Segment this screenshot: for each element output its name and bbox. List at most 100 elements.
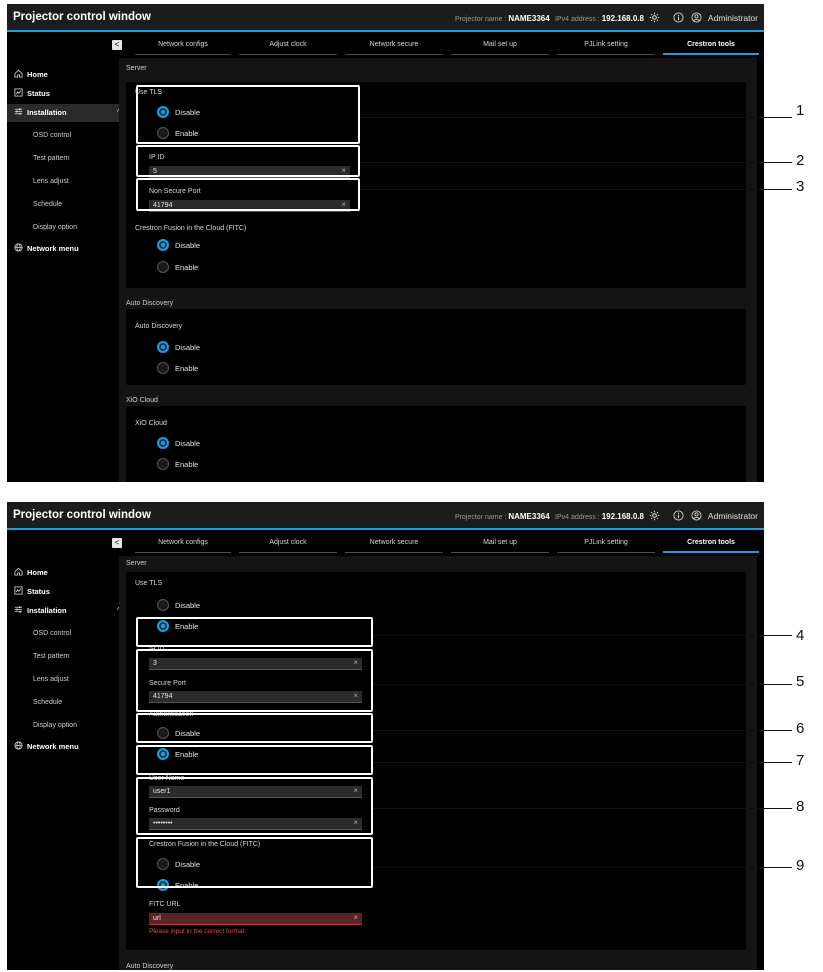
projector-name-value: NAME3364: [508, 512, 550, 521]
section-title-auto-discovery: Auto Discovery: [126, 300, 174, 307]
callout-line-5: [373, 684, 792, 685]
callout-number-5: 5: [796, 673, 805, 690]
callout-box-2: [136, 145, 360, 177]
xio-cloud-enable-radio[interactable]: [157, 458, 169, 470]
collapse-sidebar-button[interactable]: <: [112, 40, 122, 50]
sidebar-item-label: Installation: [27, 606, 67, 615]
status-icon: [14, 88, 23, 97]
callout-number-9: 9: [796, 857, 805, 874]
use-tls-disable-radio[interactable]: [157, 599, 169, 611]
auto-discovery-enable-radio[interactable]: [157, 362, 169, 374]
callout-line-8: [373, 808, 792, 809]
callout-line-3: [360, 189, 792, 190]
sliders-icon: [14, 606, 23, 613]
fitc-url-error: Please input in the correct format.: [149, 928, 247, 935]
section-title-server: Server: [126, 65, 147, 72]
callout-box-4: [136, 617, 373, 647]
tab-network-secure[interactable]: Network secure: [345, 40, 443, 55]
fitc-enable-radio[interactable]: [157, 261, 169, 273]
auto-discovery-disable-radio[interactable]: [157, 341, 169, 353]
sidebar-item-status[interactable]: Status: [7, 583, 127, 601]
sidebar-item-network-menu[interactable]: Network menu: [7, 240, 127, 258]
tab-network-configs[interactable]: Network configs: [135, 538, 231, 553]
info-icon[interactable]: [673, 12, 684, 23]
sidebar-item-installation[interactable]: Installation ^: [7, 104, 127, 122]
sidebar-item-home[interactable]: Home: [7, 66, 127, 84]
user-name[interactable]: Administrator: [708, 511, 758, 521]
tab-pjlink-setting[interactable]: PJLink setting: [557, 40, 655, 55]
sidebar-subitem-osd-control[interactable]: OSD control: [33, 630, 71, 637]
gear-icon[interactable]: [649, 510, 660, 521]
callout-number-8: 8: [796, 798, 805, 815]
auto-discovery-label: Auto Discovery: [135, 323, 183, 330]
user-icon[interactable]: [691, 12, 702, 23]
callout-line-6: [373, 730, 792, 731]
tab-mail-set-up[interactable]: Mail set up: [451, 40, 549, 55]
sidebar-item-network-menu[interactable]: Network menu: [7, 738, 127, 756]
sidebar-subitem-schedule[interactable]: Schedule: [33, 699, 62, 706]
fitc-disable-radio[interactable]: [157, 239, 169, 251]
tab-adjust-clock[interactable]: Adjust clock: [239, 40, 337, 55]
tab-network-secure[interactable]: Network secure: [345, 538, 443, 553]
callout-box-6: [136, 713, 373, 743]
xio-cloud-panel: XiO Cloud Disable Enable: [126, 406, 746, 482]
user-name[interactable]: Administrator: [708, 13, 758, 23]
tab-crestron-tools[interactable]: Crestron tools: [663, 538, 759, 553]
sidebar-item-label: Installation: [27, 108, 67, 117]
sidebar-subitem-display-option[interactable]: Display option: [33, 722, 77, 729]
callout-line-1: [360, 117, 792, 118]
projector-name-label: Projector name :: [455, 514, 507, 521]
callout-line-2: [360, 162, 792, 163]
fitc-enable-label: Enable: [175, 263, 199, 272]
status-icon: [14, 586, 23, 595]
callout-number-1: 1: [796, 102, 805, 119]
fitc-label: Crestron Fusion in the Cloud (FITC): [135, 225, 247, 232]
globe-icon: [14, 243, 23, 252]
fitc-url-label: FITC URL: [149, 901, 181, 908]
xio-cloud-enable-label: Enable: [175, 460, 199, 469]
projector-name-info: Projector name : NAME3364: [455, 14, 550, 23]
tab-bar: Network configs Adjust clock Network sec…: [129, 538, 759, 554]
sidebar-subitem-test-pattern[interactable]: Test pattern: [33, 155, 70, 162]
sidebar-item-label: Network menu: [27, 244, 79, 253]
tab-crestron-tools[interactable]: Crestron tools: [663, 40, 759, 55]
xio-cloud-label: XiO Cloud: [135, 420, 167, 427]
projector-name-value: NAME3364: [508, 14, 550, 23]
fitc-disable-label: Disable: [175, 241, 201, 250]
sidebar-item-status[interactable]: Status: [7, 85, 127, 103]
clear-icon[interactable]: ×: [353, 913, 358, 922]
user-icon[interactable]: [691, 510, 702, 521]
home-icon: [14, 567, 23, 576]
tab-mail-set-up[interactable]: Mail set up: [451, 538, 549, 553]
sidebar-subitem-lens-adjust[interactable]: Lens adjust: [33, 178, 69, 185]
sidebar-item-installation[interactable]: Installation ^: [7, 602, 127, 620]
callout-box-8: [136, 777, 373, 835]
projector-name-label: Projector name :: [455, 16, 507, 23]
callout-number-7: 7: [796, 752, 805, 769]
info-icon[interactable]: [673, 510, 684, 521]
sidebar-subitem-test-pattern[interactable]: Test pattern: [33, 653, 70, 660]
ipv4-label: IPv4 address :: [555, 16, 600, 23]
sidebar-subitem-display-option[interactable]: Display option: [33, 224, 77, 231]
sidebar-subitem-schedule[interactable]: Schedule: [33, 201, 62, 208]
callout-box-7: [136, 745, 373, 775]
tab-pjlink-setting[interactable]: PJLink setting: [557, 538, 655, 553]
tab-network-configs[interactable]: Network configs: [135, 40, 231, 55]
fitc-url-input[interactable]: url ×: [149, 913, 362, 925]
screenshot-top: Projector control window Projector name …: [7, 4, 764, 482]
ipv4-info: IPv4 address : 192.168.0.8: [555, 14, 644, 23]
xio-cloud-disable-radio[interactable]: [157, 437, 169, 449]
gear-icon[interactable]: [649, 12, 660, 23]
callout-number-6: 6: [796, 720, 805, 737]
section-title-xio-cloud: XiO Cloud: [126, 397, 158, 404]
tab-bar: Network configs Adjust clock Network sec…: [129, 40, 759, 56]
sidebar-item-home[interactable]: Home: [7, 564, 127, 582]
xio-cloud-disable-label: Disable: [175, 439, 201, 448]
collapse-sidebar-button[interactable]: <: [112, 538, 122, 548]
callout-number-4: 4: [796, 627, 805, 644]
tab-adjust-clock[interactable]: Adjust clock: [239, 538, 337, 553]
sidebar-subitem-osd-control[interactable]: OSD control: [33, 132, 71, 139]
sidebar-subitem-lens-adjust[interactable]: Lens adjust: [33, 676, 69, 683]
sidebar-item-label: Network menu: [27, 742, 79, 751]
callout-box-1: [136, 85, 360, 144]
